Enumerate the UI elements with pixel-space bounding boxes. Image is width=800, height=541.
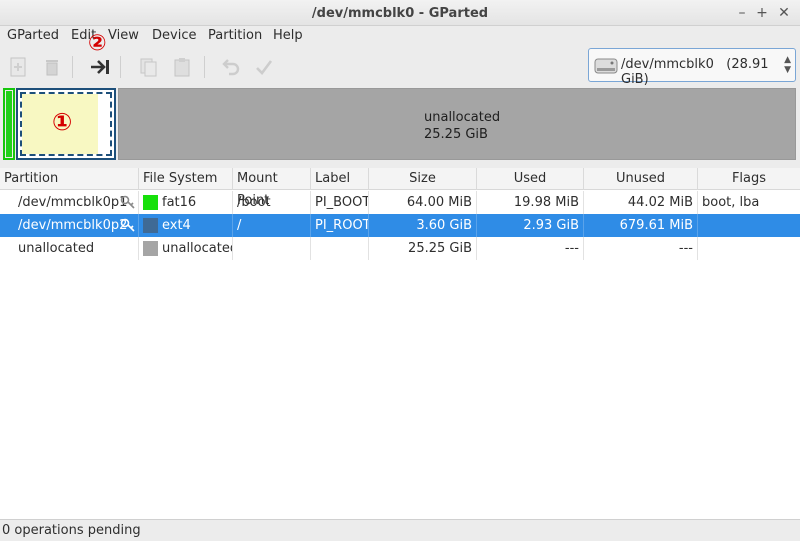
apply-icon[interactable] (250, 53, 278, 81)
cell-label: PI_BOOT (311, 191, 369, 214)
toolbar-separator (204, 56, 205, 78)
annotation-2: ② (88, 31, 107, 56)
cell-mount-point: /boot (233, 191, 311, 214)
cell-partition: unallocated (0, 237, 139, 260)
table-row[interactable]: /dev/mmcblk0p1 fat16 /boot PI_BOOT 64.00… (0, 191, 800, 214)
fs-color-swatch (143, 241, 158, 256)
key-icon (120, 194, 136, 214)
partition-block-p1[interactable] (3, 88, 15, 160)
cell-mount-point (233, 237, 311, 260)
window-title: /dev/mmcblk0 - GParted (311, 6, 489, 21)
col-flags[interactable]: Flags (698, 168, 800, 190)
copy-icon[interactable] (134, 53, 162, 81)
close-button[interactable]: ✕ (774, 3, 794, 23)
col-used[interactable]: Used (477, 168, 584, 190)
cell-flags (698, 237, 800, 260)
cell-used: --- (477, 237, 584, 260)
cell-used: 2.93 GiB (477, 214, 584, 237)
disk-map: ① unallocated 25.25 GiB (0, 86, 800, 164)
paste-icon[interactable] (168, 53, 196, 81)
cell-size: 25.25 GiB (369, 237, 477, 260)
cell-partition: /dev/mmcblk0p1 (0, 191, 139, 214)
undo-icon[interactable] (216, 53, 244, 81)
unallocated-block-size: 25.25 GiB (424, 127, 488, 142)
status-bar: 0 operations pending (0, 519, 800, 541)
cell-partition: /dev/mmcblk0p2 (0, 214, 139, 237)
table-row[interactable]: unallocated unallocated 25.25 GiB --- --… (0, 237, 800, 260)
menu-gparted[interactable]: GParted (7, 28, 59, 43)
unallocated-block[interactable]: unallocated 25.25 GiB (118, 88, 796, 160)
menu-help[interactable]: Help (273, 28, 303, 43)
cell-flags (698, 214, 800, 237)
cell-label (311, 237, 369, 260)
menu-partition[interactable]: Partition (208, 28, 262, 43)
menu-view[interactable]: View (108, 28, 139, 43)
toolbar-separator (120, 56, 121, 78)
table-row[interactable]: /dev/mmcblk0p2 ext4 / PI_ROOT 3.60 GiB 2… (0, 214, 800, 237)
col-partition[interactable]: Partition (0, 168, 139, 190)
cell-mount-point: / (233, 214, 311, 237)
menu-device[interactable]: Device (152, 28, 196, 43)
cell-unused: --- (584, 237, 698, 260)
new-icon[interactable] (4, 53, 32, 81)
fs-color-swatch (143, 195, 158, 210)
cell-unused: 44.02 MiB (584, 191, 698, 214)
status-text: 0 operations pending (2, 523, 141, 538)
resize-move-icon[interactable] (86, 53, 114, 81)
maximize-button[interactable]: + (752, 3, 772, 23)
annotation-1: ① (52, 108, 73, 136)
partition-table: Partition File System Mount Point Label … (0, 168, 800, 519)
device-label: /dev/mmcblk0 (28.91 GiB) (621, 57, 769, 87)
col-file-system[interactable]: File System (139, 168, 233, 190)
col-label[interactable]: Label (311, 168, 369, 190)
key-icon (120, 217, 136, 237)
table-header: Partition File System Mount Point Label … (0, 168, 800, 208)
col-unused[interactable]: Unused (584, 168, 698, 190)
device-selector[interactable]: /dev/mmcblk0 (28.91 GiB) ▲ ▼ (588, 48, 796, 87)
hard-drive-icon (594, 55, 618, 77)
spinner-arrows-icon: ▲ ▼ (784, 55, 791, 75)
fs-color-swatch (143, 218, 158, 233)
cell-unused: 679.61 MiB (584, 214, 698, 237)
cell-size: 64.00 MiB (369, 191, 477, 214)
cell-label: PI_ROOT (311, 214, 369, 237)
col-size[interactable]: Size (369, 168, 477, 190)
minimize-button[interactable]: – (732, 3, 752, 23)
toolbar-separator (72, 56, 73, 78)
delete-icon[interactable] (38, 53, 66, 81)
title-bar: /dev/mmcblk0 - GParted – + ✕ (0, 0, 800, 26)
cell-used: 19.98 MiB (477, 191, 584, 214)
unallocated-block-label: unallocated (424, 110, 501, 125)
menu-bar: GParted Edit View Device Partition Help (0, 26, 800, 48)
cell-flags: boot, lba (702, 195, 760, 210)
col-mount-point[interactable]: Mount Point (233, 168, 311, 208)
cell-size: 3.60 GiB (369, 214, 477, 237)
